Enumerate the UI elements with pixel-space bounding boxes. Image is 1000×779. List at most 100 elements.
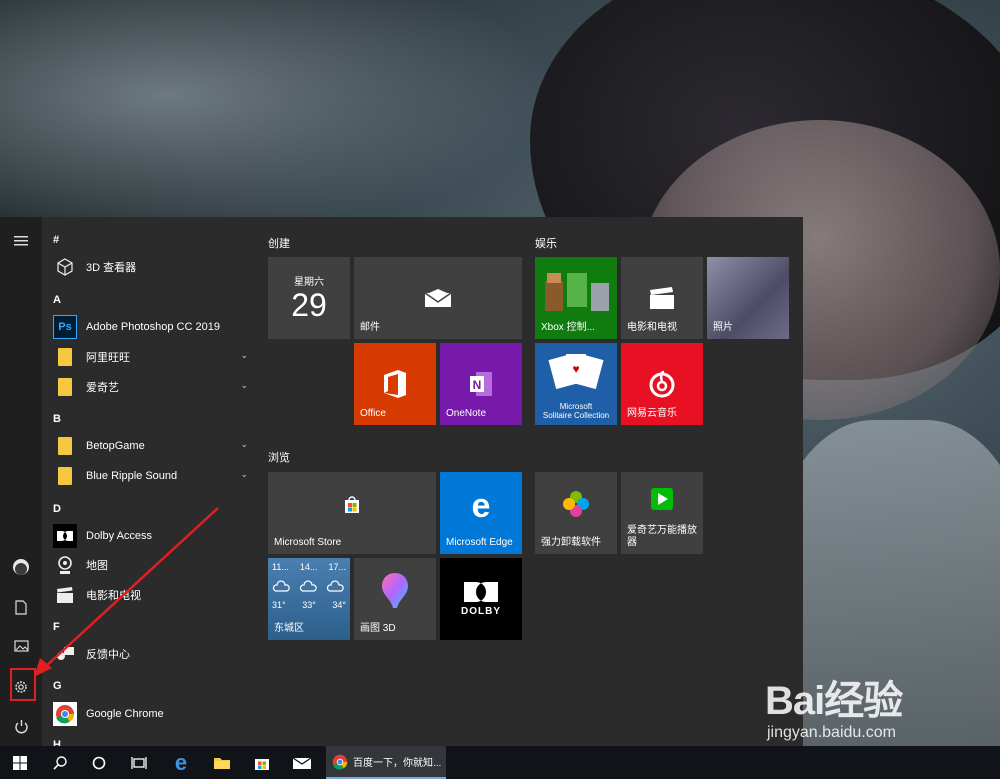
app-label: BetopGame	[86, 440, 145, 452]
tile-uninstall-tool[interactable]: 强力卸载软件	[535, 472, 617, 554]
app-dolby-access[interactable]: Dolby Access	[42, 522, 254, 550]
letter-header[interactable]: D	[53, 503, 61, 515]
tile-label: Xbox 控制...	[541, 322, 595, 333]
group-title-create[interactable]: 创建	[268, 235, 290, 251]
mail-icon[interactable]	[282, 746, 322, 779]
tile-onenote[interactable]: N OneNote	[440, 343, 522, 425]
cloud-sun-icon	[299, 580, 317, 592]
map-pin-icon	[53, 553, 77, 577]
edge-icon[interactable]: e	[161, 746, 201, 779]
app-label: 反馈中心	[86, 649, 130, 661]
feedback-icon	[53, 642, 77, 666]
folder-icon[interactable]	[202, 746, 242, 779]
group-title-browse[interactable]: 浏览	[268, 449, 290, 465]
app-label: Blue Ripple Sound	[86, 470, 178, 482]
chevron-down-icon[interactable]: ⌄	[240, 439, 248, 450]
watermark-brand: Bai经验	[765, 679, 903, 723]
folder-icon	[58, 437, 72, 455]
weather-time: 14...	[299, 562, 318, 572]
solitaire-line2: Solitaire Collection	[542, 411, 610, 420]
app-maps[interactable]: 地图	[42, 551, 254, 579]
iqiyi-line1: 爱奇艺万能播放	[627, 525, 697, 536]
app-label: 阿里旺旺	[86, 352, 130, 364]
app-label: 地图	[86, 560, 108, 572]
tile-paint-3d[interactable]: 画图 3D	[354, 558, 436, 640]
weather-temp: 31°	[272, 600, 286, 610]
letter-header[interactable]: B	[53, 413, 61, 425]
letter-header[interactable]: H	[53, 739, 61, 746]
calendar-date: 29	[291, 287, 327, 323]
app-label: 电影和电视	[86, 590, 141, 602]
app-iqiyi[interactable]: 爱奇艺 ⌄	[42, 373, 254, 401]
app-list: # 3D 查看器 A Ps Adobe Photoshop CC 2019 阿里…	[42, 217, 254, 746]
app-betopgame[interactable]: BetopGame ⌄	[42, 432, 254, 460]
tile-solitaire[interactable]: ♥ Microsoft Solitaire Collection	[535, 343, 617, 425]
app-label: Dolby Access	[86, 530, 153, 542]
clover-icon	[535, 472, 617, 536]
app-feedback-hub[interactable]: 反馈中心	[42, 640, 254, 668]
baidu-watermark: Bai经验 jingyan.baidu.com	[765, 668, 995, 768]
letter-header[interactable]: F	[53, 621, 60, 633]
search-icon[interactable]	[40, 746, 80, 779]
tile-movies-tv[interactable]: 电影和电视	[621, 257, 703, 339]
tile-office[interactable]: Office	[354, 343, 436, 425]
tile-photos[interactable]: 照片	[707, 257, 789, 339]
tile-netease-music[interactable]: 网易云音乐	[621, 343, 703, 425]
tile-label: 电影和电视	[627, 322, 677, 333]
app-movies-tv[interactable]: 电影和电视	[42, 581, 254, 609]
app-label: Adobe Photoshop CC 2019	[86, 321, 220, 333]
folder-icon	[58, 467, 72, 485]
task-view-icon[interactable]	[119, 746, 159, 779]
cloud-sun-icon	[326, 580, 344, 592]
power-icon[interactable]	[0, 708, 42, 744]
store-icon	[268, 472, 436, 536]
paint-3d-icon	[354, 558, 436, 624]
calendar-weekday: 星期六	[294, 277, 324, 288]
weather-time: 17...	[328, 562, 346, 572]
tile-weather[interactable]: 11... 14... 17... 31° 33° 34° 东城区	[268, 558, 350, 640]
letter-header[interactable]: #	[53, 234, 59, 246]
chevron-down-icon[interactable]: ⌄	[240, 350, 248, 361]
svg-text:N: N	[473, 378, 482, 392]
letter-header[interactable]: A	[53, 294, 61, 306]
document-icon[interactable]	[0, 589, 42, 625]
user-avatar-icon[interactable]	[0, 549, 42, 585]
windows-icon[interactable]	[0, 746, 40, 779]
group-title-entertainment[interactable]: 娱乐	[535, 235, 557, 251]
svg-text:♥: ♥	[572, 362, 579, 376]
circle-icon[interactable]	[79, 746, 119, 779]
tile-iqiyi-player[interactable]: 爱奇艺万能播放 器	[621, 472, 703, 554]
tile-label: 邮件	[360, 322, 380, 333]
chrome-icon	[53, 702, 77, 726]
pictures-icon[interactable]	[0, 628, 42, 664]
tile-calendar[interactable]: 星期六 29	[268, 257, 350, 339]
dolby-icon: DOLBY	[440, 558, 522, 640]
app-label: 3D 查看器	[86, 262, 137, 274]
app-label: 爱奇艺	[86, 382, 119, 394]
tile-mail[interactable]: 邮件	[354, 257, 522, 339]
tile-microsoft-edge[interactable]: e Microsoft Edge	[440, 472, 522, 554]
app-3d-viewer[interactable]: 3D 查看器	[42, 253, 254, 281]
watermark-url: jingyan.baidu.com	[767, 724, 896, 741]
app-blue-ripple[interactable]: Blue Ripple Sound ⌄	[42, 462, 254, 490]
taskbar-chrome-window[interactable]: 百度一下，你就知...	[326, 746, 446, 779]
chevron-down-icon[interactable]: ⌄	[240, 380, 248, 391]
app-label: Google Chrome	[86, 708, 164, 720]
tile-dolby[interactable]: DOLBY	[440, 558, 522, 640]
start-menu: # 3D 查看器 A Ps Adobe Photoshop CC 2019 阿里…	[0, 217, 803, 746]
tile-xbox[interactable]: Xbox 控制...	[535, 257, 617, 339]
store-icon[interactable]	[242, 746, 282, 779]
weather-icons	[272, 578, 346, 594]
letter-header[interactable]: G	[53, 680, 62, 692]
app-google-chrome[interactable]: Google Chrome	[42, 700, 254, 728]
chevron-down-icon[interactable]: ⌄	[240, 469, 248, 480]
tile-microsoft-store[interactable]: Microsoft Store	[268, 472, 436, 554]
app-aliwangwang[interactable]: 阿里旺旺 ⌄	[42, 343, 254, 371]
cloud-sun-icon	[272, 580, 290, 592]
weather-temp: 33°	[302, 600, 316, 610]
tile-label: 照片	[713, 322, 733, 333]
tile-label: 爱奇艺万能播放 器	[627, 525, 697, 549]
app-photoshop[interactable]: Ps Adobe Photoshop CC 2019	[42, 313, 254, 341]
dolby-wordmark: DOLBY	[461, 606, 501, 617]
hamburger-icon[interactable]	[0, 223, 42, 259]
